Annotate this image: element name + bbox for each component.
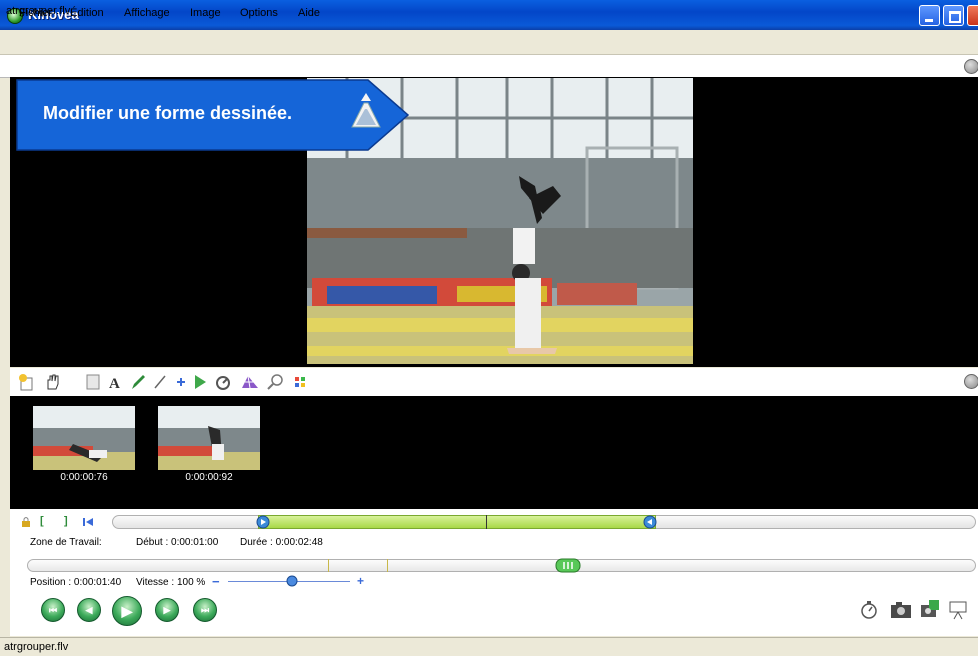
position-label: Position : 0:00:01:40 — [30, 577, 122, 588]
menu-image[interactable]: Image — [190, 7, 221, 19]
next-frame-button[interactable]: ▶ — [155, 598, 179, 622]
working-zone-start-handle[interactable] — [256, 515, 270, 529]
cross-icon[interactable] — [174, 373, 188, 391]
svg-text:A: A — [109, 376, 120, 391]
menu-aide[interactable]: Aide — [298, 7, 320, 19]
snapshot-icon[interactable] — [890, 600, 912, 620]
add-keyframe-icon[interactable] — [18, 373, 36, 391]
angle-icon[interactable] — [192, 373, 208, 391]
play-button[interactable]: ▶ — [112, 596, 142, 626]
speed-slider-thumb[interactable] — [286, 575, 298, 587]
speed-label: Vitesse : 100 % — [136, 577, 206, 588]
first-frame-button[interactable]: ⏮ — [41, 598, 65, 622]
working-zone-label: Zone de Travail: — [30, 537, 102, 548]
previous-frame-button[interactable]: ◀ — [77, 598, 101, 622]
working-zone-start: Début : 0:00:01:00 — [136, 537, 219, 548]
tooltip-text: Modifier une forme dessinée. — [43, 103, 293, 123]
status-text: atrgrouper.flv — [4, 641, 69, 653]
keyframe-time: 0:00:00:76 — [60, 472, 108, 483]
menu-bar — [0, 30, 978, 55]
play-icon: ▶ — [121, 603, 133, 619]
color-profile-icon[interactable] — [293, 373, 307, 391]
line-icon[interactable] — [152, 373, 168, 391]
speed-increase-button[interactable]: + — [357, 574, 364, 588]
file-name: atrgrouper.flv — [6, 5, 71, 17]
working-zone-cursor — [486, 515, 487, 529]
comment-icon[interactable] — [85, 373, 101, 391]
go-to-start-icon[interactable] — [82, 516, 94, 528]
presentation-icon[interactable] — [948, 600, 968, 620]
skip-back-icon: ⏮ — [48, 605, 58, 615]
pencil-icon[interactable] — [130, 373, 146, 391]
maximize-button[interactable] — [943, 5, 964, 26]
position-track[interactable] — [27, 559, 976, 572]
file-header — [0, 55, 978, 78]
menu-edition[interactable]: Édition — [70, 7, 104, 19]
zone-start-marker — [328, 559, 329, 572]
working-zone-duration: Durée : 0:00:02:48 — [240, 537, 323, 548]
menu-options[interactable]: Options — [240, 7, 278, 19]
working-zone-selection[interactable] — [258, 515, 656, 529]
set-end-icon[interactable]: ] — [64, 515, 68, 527]
last-frame-button[interactable]: ⏭ — [193, 598, 217, 622]
lock-icon[interactable] — [20, 516, 32, 528]
working-zone-end-handle[interactable] — [643, 515, 657, 529]
toolbar-close-icon[interactable] — [964, 374, 978, 389]
keyframe-time: 0:00:00:92 — [185, 472, 233, 483]
skip-forward-icon: ⏭ — [200, 605, 210, 615]
menu-affichage[interactable]: Affichage — [124, 7, 170, 19]
grid-icon[interactable] — [240, 373, 260, 391]
text-icon[interactable]: A — [108, 373, 124, 391]
step-back-icon: ◀ — [85, 605, 93, 615]
keyframe-thumbnail[interactable] — [33, 406, 135, 470]
step-forward-icon: ▶ — [163, 605, 171, 615]
chrono-icon[interactable] — [214, 373, 232, 391]
speed-decrease-button[interactable]: − — [212, 574, 220, 589]
position-cursor[interactable] — [555, 558, 581, 573]
close-button[interactable] — [967, 5, 978, 26]
minimize-button[interactable] — [919, 5, 940, 26]
magnifier-icon[interactable] — [266, 373, 284, 391]
keyframe-strip — [10, 396, 978, 509]
save-video-icon[interactable] — [919, 598, 941, 620]
set-start-icon[interactable]: [ — [40, 515, 44, 527]
status-bar — [0, 637, 978, 656]
hand-icon[interactable] — [44, 373, 62, 391]
keyframe-thumbnail[interactable] — [158, 406, 260, 470]
zone-end-marker — [387, 559, 388, 572]
close-file-icon[interactable] — [964, 59, 978, 74]
timer-icon[interactable] — [859, 600, 879, 620]
